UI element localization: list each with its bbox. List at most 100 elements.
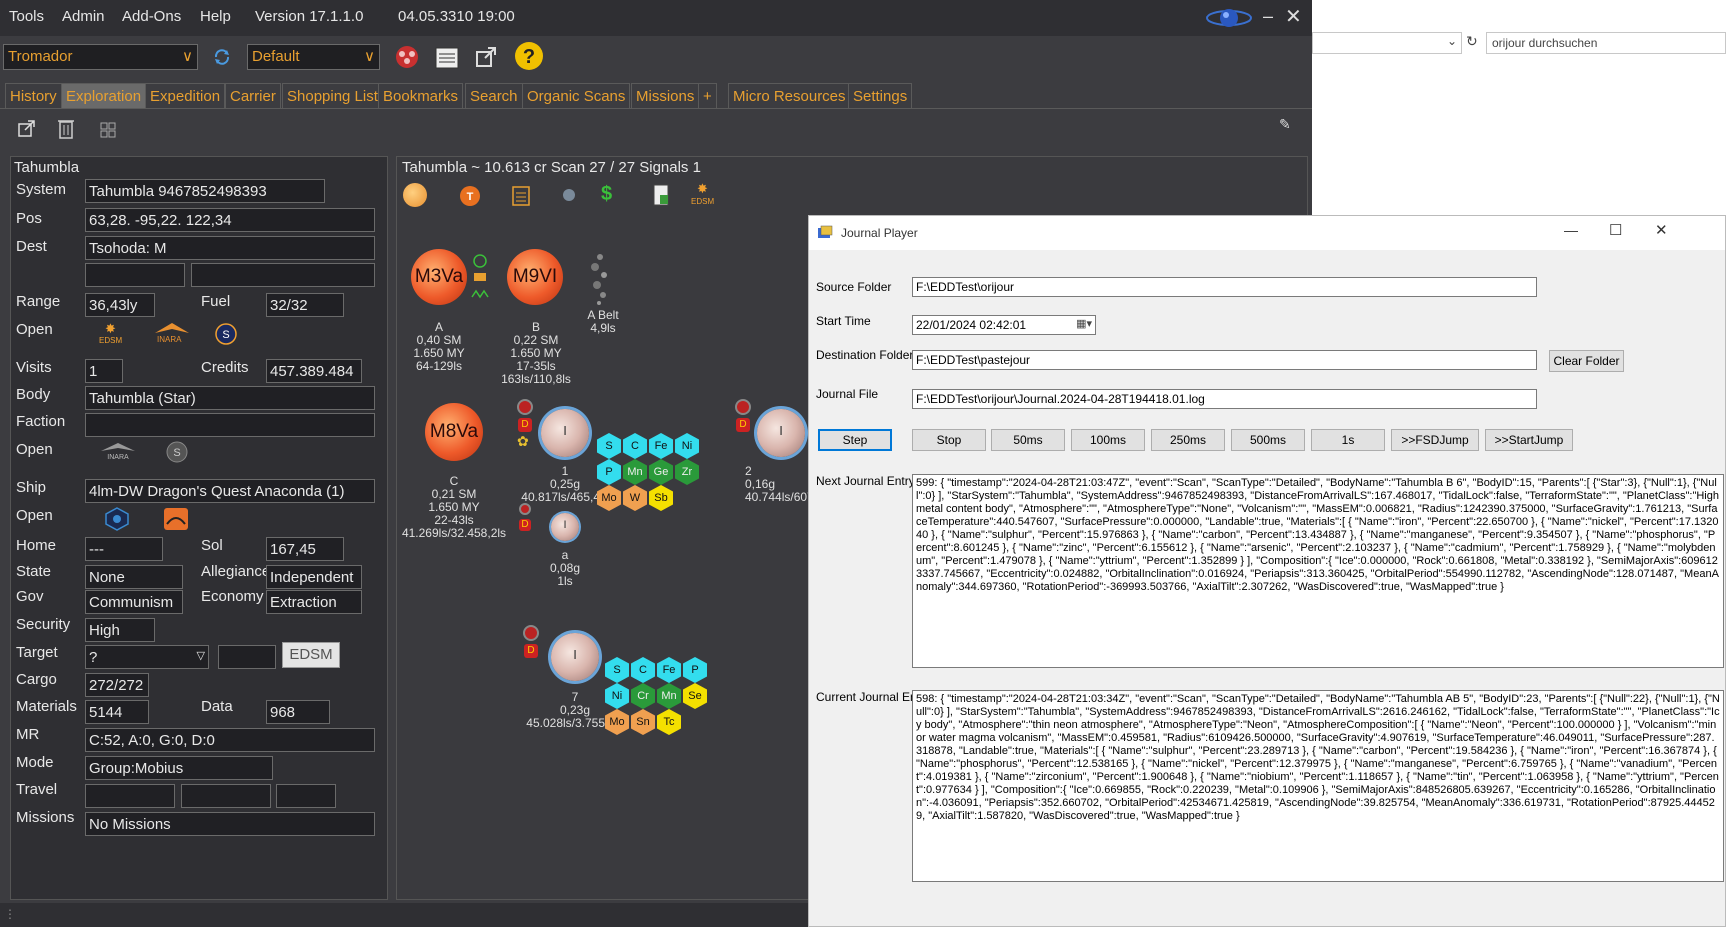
material-hex[interactable]: Mn [657,683,681,709]
mr-field[interactable]: C:52, A:0, G:0, D:0 [85,728,375,752]
planet-7[interactable]: I [551,633,599,681]
target-extra-field[interactable] [218,645,276,669]
tab-expedition[interactable]: Expedition [145,83,226,109]
pos-field[interactable]: 63,28. -95,22. 122,34 [85,208,375,232]
refresh-icon[interactable] [213,48,231,66]
tab-settings[interactable]: Settings [848,83,913,109]
speed-50ms-button[interactable]: 50ms [991,429,1065,451]
refresh-icon[interactable]: ↻ [1466,33,1478,50]
cargo-field[interactable]: 272/272 [85,673,149,697]
material-hex[interactable]: Zr [675,459,699,485]
material-hex[interactable]: Fe [657,657,681,683]
sol-field[interactable]: 167,45 [266,537,344,561]
tab-add[interactable]: + [698,83,717,109]
state-field[interactable]: None [85,565,183,589]
menu-addons[interactable]: Add-Ons [122,8,181,25]
material-hex[interactable]: Ge [649,459,673,485]
value-filter-icon[interactable]: $ [601,183,612,206]
help-icon[interactable]: ? [514,41,544,71]
speed-1s-button[interactable]: 1s [1311,429,1385,451]
popout-icon[interactable] [474,45,498,69]
economy-field[interactable]: Extraction [266,590,362,614]
system-field[interactable]: Tahumbla 9467852498393 [85,179,325,203]
tab-organic-scans[interactable]: Organic Scans [522,83,631,109]
inara-link-icon[interactable]: INARA [151,323,191,345]
report-icon[interactable] [511,185,531,207]
material-hex[interactable]: Tc [657,709,681,735]
trash-icon[interactable] [56,116,76,140]
inara-faction-link-icon[interactable]: INARA [99,441,137,461]
spansh-link-icon[interactable]: S [215,323,237,345]
travel-field-2[interactable] [181,784,271,808]
minimize-icon[interactable]: – [1263,6,1273,27]
edsm-link-icon[interactable]: ✸ EDSM [99,321,127,347]
clear-folder-button[interactable]: Clear Folder [1549,350,1624,372]
speed-250ms-button[interactable]: 250ms [1151,429,1225,451]
tab-missions[interactable]: Missions [631,83,700,109]
tab-search[interactable]: Search [465,83,523,109]
mode-field[interactable]: Group:Mobius [85,756,273,780]
dest-extra-field-1[interactable] [85,263,185,287]
material-hex[interactable]: S [605,657,629,683]
tab-shopping-list[interactable]: Shopping List [282,83,383,109]
moon-filter-icon[interactable] [563,189,575,201]
materials-field[interactable]: 5144 [85,700,149,724]
pin-icon[interactable]: ✎ [1279,116,1291,133]
calendar-icon[interactable]: ▦▾ [1076,317,1092,330]
spansh-faction-link-icon[interactable]: S [166,441,188,463]
speed-500ms-button[interactable]: 500ms [1231,429,1305,451]
dest-extra-field-2[interactable] [191,263,375,287]
search-input[interactable]: orijour durchsuchen [1486,32,1726,54]
star-b[interactable]: M9VI [507,249,563,305]
tab-micro-resources[interactable]: Micro Resources [728,83,851,109]
dest-field[interactable]: Tsohoda: M [85,236,375,260]
tab-exploration[interactable]: Exploration [61,83,147,109]
material-hex[interactable]: Se [683,683,707,709]
material-hex[interactable]: S [597,433,621,459]
visits-field[interactable]: 1 [85,359,123,383]
home-field[interactable]: --- [85,537,163,561]
menu-tools[interactable]: Tools [9,8,44,25]
missions-field[interactable]: No Missions [85,812,375,836]
body-filter-icon[interactable]: T [459,185,481,207]
tab-history[interactable]: History [5,83,62,109]
material-hex[interactable]: Mn [623,459,647,485]
address-bar[interactable]: ⌄ [1312,32,1462,54]
travel-field-3[interactable] [276,784,336,808]
grid-icon[interactable] [100,122,116,138]
material-hex[interactable]: P [683,657,707,683]
star-a[interactable]: M3Va [411,249,467,305]
faction-field[interactable] [85,413,375,437]
asteroid-belt-icon[interactable] [585,247,615,307]
edsm-target-button[interactable]: EDSM [282,642,340,668]
close-icon[interactable]: ✕ [1285,4,1302,29]
coriolis-link-icon[interactable] [105,507,129,531]
source-folder-input[interactable]: F:\EDDTest\orijour [912,277,1537,297]
step-button[interactable]: Step [818,429,892,451]
menu-help[interactable]: Help [200,8,231,25]
travel-field-1[interactable] [85,784,175,808]
material-hex[interactable]: Sb [649,485,673,511]
edsm-scan-icon[interactable]: ✸ EDSM [691,181,717,209]
gov-field[interactable]: Communism [85,590,183,614]
commander-select[interactable]: Tromador ∨ [3,44,198,70]
material-hex[interactable]: Fe [649,433,673,459]
credits-field[interactable]: 457.389.484 [266,359,362,383]
materials-report-icon[interactable] [651,183,671,207]
close-icon[interactable]: ✕ [1655,221,1668,239]
speed-100ms-button[interactable]: 100ms [1071,429,1145,451]
start-time-picker[interactable]: 22/01/2024 02:42:01 ▦▾ [912,315,1096,335]
fuel-field[interactable]: 32/32 [266,293,344,317]
target-select[interactable]: ? ▽ [85,645,209,669]
material-hex[interactable]: C [623,433,647,459]
star-c[interactable]: M8Va [425,403,483,461]
body-field[interactable]: Tahumbla (Star) [85,386,375,410]
start-jump-button[interactable]: >>StartJump [1485,429,1573,451]
journal-file-input[interactable]: F:\EDDTest\orijour\Journal.2024-04-28T19… [912,389,1537,409]
allegiance-field[interactable]: Independent [266,565,362,589]
fsd-jump-button[interactable]: >>FSDJump [1391,429,1479,451]
material-hex[interactable]: W [623,485,647,511]
minimize-icon[interactable]: — [1564,222,1578,238]
log-icon[interactable] [434,45,460,71]
data-field[interactable]: 968 [266,700,330,724]
